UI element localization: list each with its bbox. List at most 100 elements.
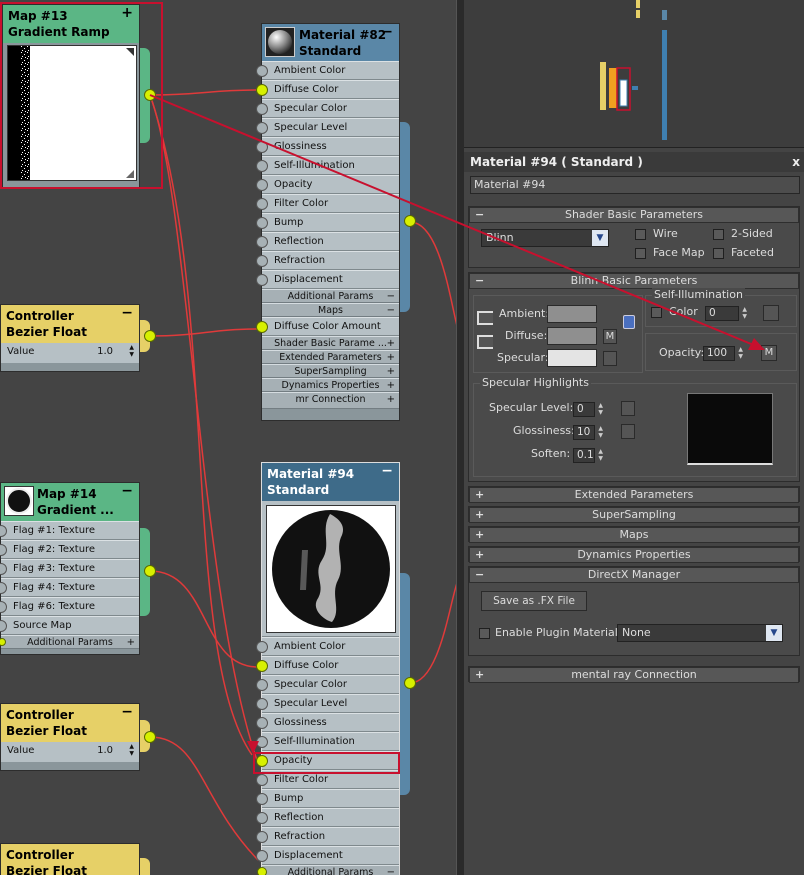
input-socket[interactable]: [0, 601, 7, 613]
rollup-additional-params[interactable]: Additional Params −: [262, 289, 399, 303]
node-header[interactable]: Controller Bezier Float −: [1, 305, 139, 343]
output-socket[interactable]: [144, 731, 156, 743]
collapse-icon[interactable]: −: [387, 290, 395, 303]
node-view[interactable]: Map #13 Gradient Ramp + Material #82 Sta…: [0, 0, 460, 875]
collapse-icon[interactable]: −: [381, 24, 393, 40]
slot-glossiness[interactable]: Glossiness: [256, 713, 399, 732]
rollup-mr-connection[interactable]: mr Connection +: [262, 392, 399, 409]
enable-plugin-checkbox[interactable]: [479, 628, 490, 639]
slot-ambient-color[interactable]: Ambient Color: [256, 637, 399, 656]
slot-flag-6-texture[interactable]: Flag #6: Texture: [0, 597, 139, 616]
slot-filter-color[interactable]: Filter Color: [256, 194, 399, 213]
slot-filter-color[interactable]: Filter Color: [256, 770, 399, 789]
collapse-icon[interactable]: −: [121, 483, 133, 499]
slot-flag-1-texture[interactable]: Flag #1: Texture: [0, 521, 139, 540]
expand-icon[interactable]: +: [475, 668, 484, 682]
input-socket[interactable]: [256, 84, 268, 96]
input-socket[interactable]: [256, 160, 268, 172]
close-icon[interactable]: x: [792, 152, 800, 172]
expand-icon[interactable]: +: [127, 636, 135, 649]
rollup-dynamics-properties[interactable]: Dynamics Properties +: [262, 378, 399, 392]
self-illum-map-button[interactable]: [763, 305, 779, 321]
rollout-header[interactable]: − Blinn Basic Parameters: [469, 273, 799, 289]
expand-icon[interactable]: +: [387, 393, 395, 406]
input-socket[interactable]: [0, 525, 7, 537]
ambient-color-swatch[interactable]: [547, 305, 597, 323]
opacity-map-button[interactable]: M: [761, 345, 777, 361]
collapse-icon[interactable]: −: [475, 568, 484, 582]
slot-diffuse-color[interactable]: Diffuse Color: [256, 80, 399, 99]
expand-icon[interactable]: +: [475, 548, 484, 562]
two-sided-checkbox[interactable]: [713, 229, 724, 240]
rollout-header[interactable]: + Dynamics Properties: [469, 547, 799, 563]
slot-flag-3-texture[interactable]: Flag #3: Texture: [0, 559, 139, 578]
input-socket[interactable]: [256, 641, 268, 653]
opacity-spinner[interactable]: 100: [703, 346, 743, 361]
input-socket[interactable]: [256, 755, 268, 767]
input-socket[interactable]: [256, 679, 268, 691]
spinner-icon[interactable]: ▲ ▼: [129, 743, 134, 757]
slot-opacity[interactable]: Opacity: [256, 175, 399, 194]
face-map-checkbox[interactable]: [635, 248, 646, 259]
input-socket[interactable]: [256, 255, 268, 267]
rollout-header[interactable]: + SuperSampling: [469, 507, 799, 523]
output-socket[interactable]: [144, 89, 156, 101]
wire-checkbox[interactable]: [635, 229, 646, 240]
collapse-icon[interactable]: −: [475, 208, 484, 222]
input-socket[interactable]: [0, 638, 6, 646]
value-field[interactable]: 1.0: [97, 742, 113, 760]
slot-displacement[interactable]: Displacement: [256, 270, 399, 289]
input-socket[interactable]: [256, 660, 268, 672]
slot-bump[interactable]: Bump: [256, 789, 399, 808]
save-fx-file-button[interactable]: Save as .FX File: [481, 591, 587, 611]
slot-opacity[interactable]: Opacity: [256, 751, 399, 770]
collapse-icon[interactable]: −: [387, 304, 395, 317]
input-socket[interactable]: [256, 850, 268, 862]
rollup-supersampling[interactable]: SuperSampling +: [262, 364, 399, 378]
glossiness-map-button[interactable]: [621, 424, 635, 439]
input-socket[interactable]: [0, 582, 7, 594]
expand-icon[interactable]: +: [475, 528, 484, 542]
rollup-shader-basic[interactable]: Shader Basic Parame ... +: [262, 336, 399, 350]
node-controller-1[interactable]: Controller Bezier Float − Value 1.0 ▲ ▼: [0, 304, 140, 372]
slot-diffuse-color-amount[interactable]: Diffuse Color Amount: [256, 317, 399, 336]
material-name-field[interactable]: Material #94: [470, 176, 800, 194]
input-socket[interactable]: [256, 65, 268, 77]
node-controller-3[interactable]: Controller Bezier Float: [0, 843, 140, 875]
output-socket[interactable]: [404, 677, 416, 689]
input-socket[interactable]: [256, 831, 268, 843]
expand-icon[interactable]: +: [387, 351, 395, 364]
specular-level-map-button[interactable]: [621, 401, 635, 416]
rollup-additional-params[interactable]: Additional Params −: [257, 865, 399, 875]
node-map-14[interactable]: Map #14 Gradient ... − Flag #1: Texture …: [0, 482, 140, 655]
output-socket[interactable]: [144, 565, 156, 577]
node-header[interactable]: Map #13 Gradient Ramp +: [3, 5, 139, 43]
lock-bracket-icon[interactable]: [477, 335, 493, 349]
node-material-94[interactable]: Material #94 Standard − Ambient Color Di…: [256, 462, 400, 875]
rollup-maps[interactable]: Maps −: [262, 303, 399, 317]
input-socket[interactable]: [256, 198, 268, 210]
diffuse-color-swatch[interactable]: [547, 327, 597, 345]
specular-color-swatch[interactable]: [547, 349, 597, 367]
input-socket[interactable]: [256, 698, 268, 710]
collapse-icon[interactable]: −: [381, 463, 393, 479]
slot-flag-2-texture[interactable]: Flag #2: Texture: [0, 540, 139, 559]
input-socket[interactable]: [256, 141, 268, 153]
slot-refraction[interactable]: Refraction: [256, 251, 399, 270]
glossiness-spinner[interactable]: 10: [573, 425, 603, 440]
node-header[interactable]: Map #14 Gradient ... −: [1, 483, 139, 521]
rollup-additional-params[interactable]: Additional Params +: [0, 635, 139, 649]
lock-icon[interactable]: [623, 315, 635, 329]
slot-reflection[interactable]: Reflection: [256, 232, 399, 251]
collapse-icon[interactable]: −: [387, 866, 395, 875]
input-socket[interactable]: [256, 103, 268, 115]
rollout-header[interactable]: + Maps: [469, 527, 799, 543]
node-header[interactable]: Controller Bezier Float −: [1, 704, 139, 742]
node-header[interactable]: Controller Bezier Float: [1, 844, 139, 875]
expand-icon[interactable]: +: [475, 488, 484, 502]
self-illum-color-checkbox[interactable]: [651, 307, 662, 318]
diffuse-map-button[interactable]: M: [603, 329, 617, 344]
expand-icon[interactable]: +: [475, 508, 484, 522]
value-field[interactable]: 1.0: [97, 343, 113, 361]
specular-level-spinner[interactable]: 0: [573, 402, 603, 417]
